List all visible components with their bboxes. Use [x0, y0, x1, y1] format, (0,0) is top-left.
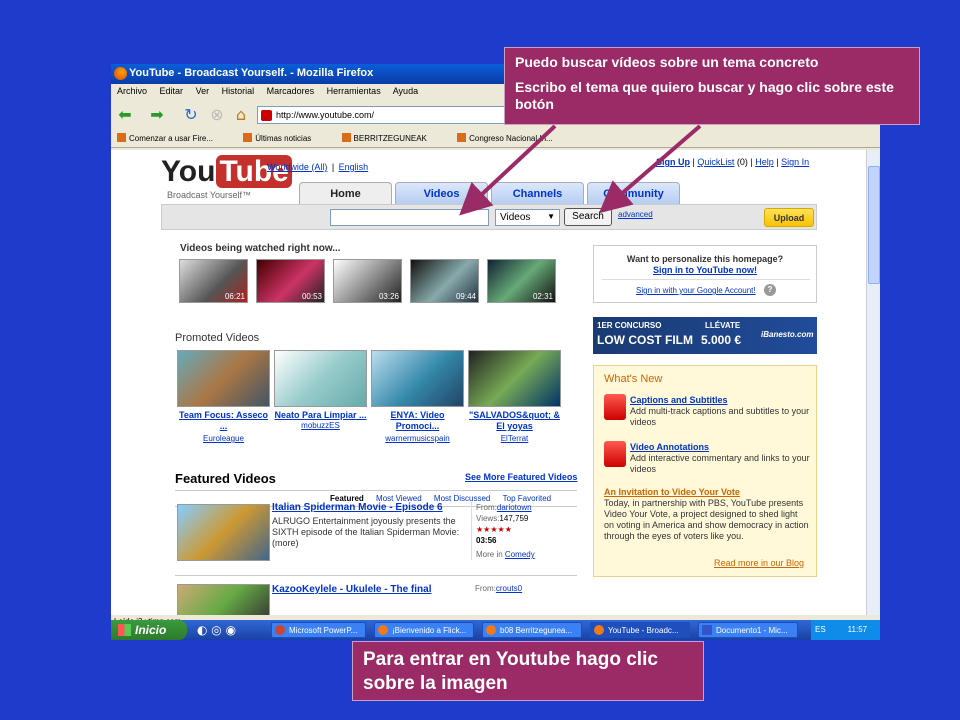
arrow-to-search-button [598, 124, 702, 214]
arrow-to-search-input [459, 124, 557, 216]
callout-line2: Escribo el tema que quiero buscar y hago… [515, 79, 894, 112]
callout-search: Puedo buscar vídeos sobre un tema concre… [504, 47, 920, 125]
callout-logo: Para entrar en Youtube hago clic sobre l… [352, 641, 704, 701]
callout-line1: Puedo buscar vídeos sobre un tema concre… [515, 54, 819, 70]
